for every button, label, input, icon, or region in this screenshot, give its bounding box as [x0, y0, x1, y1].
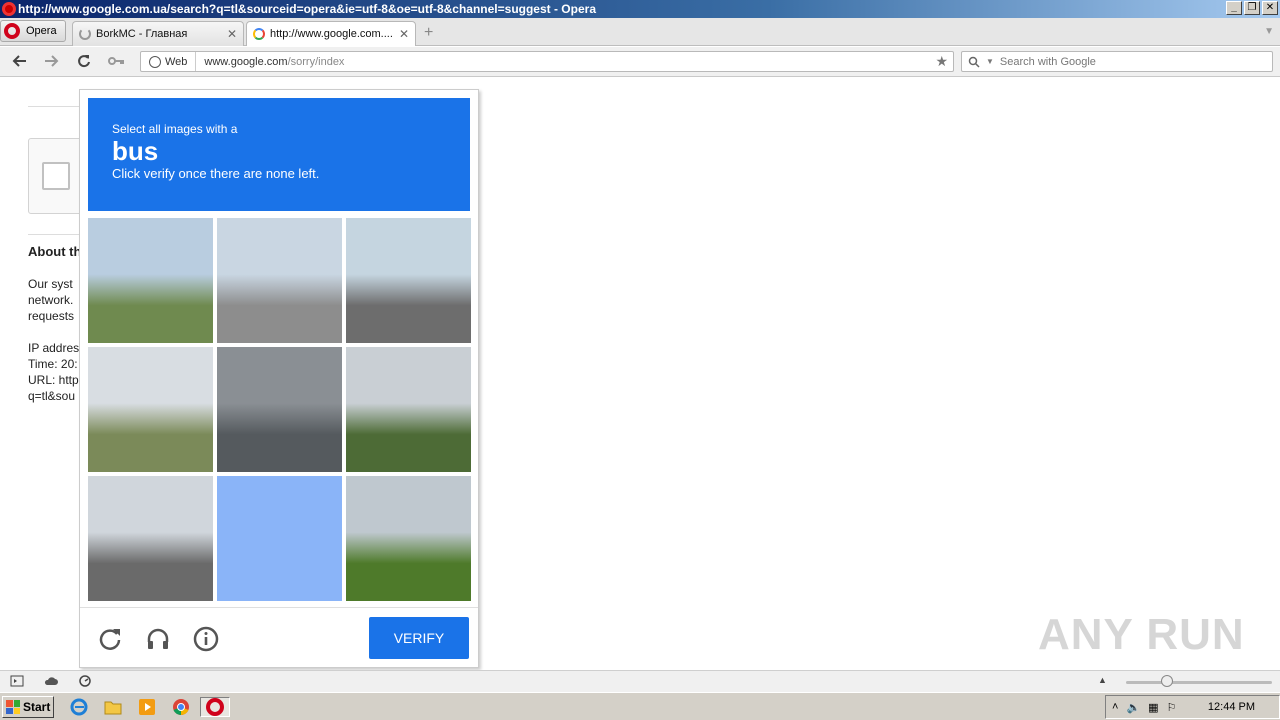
reload-button[interactable] — [75, 53, 93, 71]
tab-close-icon[interactable]: ✕ — [399, 27, 409, 41]
tray-expand-icon[interactable]: ˄ — [1112, 701, 1118, 713]
navigation-bar: Web www.google.com/sorry/index ★ ▼ Searc… — [0, 47, 1280, 77]
ie-icon[interactable] — [68, 697, 90, 717]
verify-button[interactable]: VERIFY — [369, 617, 469, 659]
body-line: requests — [28, 309, 75, 323]
challenge-header: Select all images with a bus Click verif… — [88, 98, 470, 211]
body-line: network. — [28, 293, 74, 307]
search-icon — [968, 56, 980, 68]
info-button[interactable] — [192, 625, 220, 653]
tab-google[interactable]: http://www.google.com.... ✕ — [246, 21, 416, 46]
address-bar[interactable]: Web www.google.com/sorry/index ★ — [140, 51, 954, 72]
search-input[interactable]: ▼ Search with Google — [961, 51, 1273, 72]
image-tile[interactable] — [88, 218, 213, 343]
recaptcha-checkbox[interactable] — [42, 162, 70, 190]
challenge-keyword: bus — [112, 136, 159, 166]
reload-icon — [78, 55, 90, 68]
google-icon — [253, 28, 265, 40]
web-badge[interactable]: Web — [141, 52, 197, 71]
minimize-button[interactable]: _ — [1226, 1, 1242, 15]
flag-icon[interactable]: ⚐ — [1167, 701, 1177, 714]
tab-close-icon[interactable]: ✕ — [227, 27, 237, 41]
image-tile[interactable] — [217, 347, 342, 472]
body-line: URL: http — [28, 373, 79, 387]
close-button[interactable]: ✕ — [1262, 1, 1278, 15]
chrome-icon[interactable] — [170, 697, 192, 717]
divider — [80, 607, 478, 608]
speed-dial-icon[interactable] — [78, 675, 92, 687]
cloud-icon[interactable] — [44, 675, 58, 687]
forward-button[interactable] — [42, 53, 60, 71]
explorer-folder-icon[interactable] — [102, 697, 124, 717]
opera-menu-label: Opera — [26, 25, 57, 37]
windows-taskbar: Start ˄ 🔈 ▦ ⚐ 12:44 PM — [0, 692, 1280, 720]
tab-bar: Opera BorkMC - Главная ✕ http://www.goog… — [0, 18, 1280, 46]
globe-icon — [149, 55, 161, 68]
new-tab-button[interactable]: + — [424, 24, 433, 42]
image-tile[interactable] — [217, 218, 342, 343]
key-button[interactable] — [107, 53, 125, 71]
info-icon — [193, 626, 219, 652]
challenge-instruction: Select all images with a — [112, 122, 238, 136]
about-heading: About th — [28, 244, 80, 259]
restore-button[interactable]: ❐ — [1244, 1, 1260, 15]
tab-list-chevron-icon[interactable]: ▼ — [1264, 26, 1274, 37]
browser-status-bar: ▲ — [0, 670, 1280, 692]
zoom-slider[interactable] — [1126, 681, 1272, 684]
tab-borkmc[interactable]: BorkMC - Главная ✕ — [72, 21, 244, 46]
clock: 12:44 PM — [1207, 701, 1255, 713]
back-button[interactable] — [11, 53, 29, 71]
audio-challenge-button[interactable] — [144, 625, 172, 653]
search-placeholder: Search with Google — [999, 55, 1096, 68]
tab-label: http://www.google.com.... — [270, 28, 393, 40]
loading-spinner-icon — [79, 28, 91, 40]
key-icon — [108, 57, 124, 65]
image-tile[interactable] — [346, 218, 471, 343]
body-line: Time: 20: — [28, 357, 78, 371]
media-player-icon[interactable] — [136, 697, 158, 717]
image-tile[interactable] — [217, 476, 342, 601]
start-label: Start — [23, 700, 51, 714]
search-engine-chevron-icon[interactable]: ▼ — [986, 57, 994, 66]
opera-logo-icon — [4, 23, 20, 39]
window-titlebar: http://www.google.com.ua/search?q=tl&sou… — [0, 0, 1280, 18]
bookmark-star-icon[interactable]: ★ — [935, 53, 948, 70]
refresh-icon — [99, 629, 121, 650]
body-line: Our syst — [28, 277, 73, 291]
reload-challenge-button[interactable] — [96, 625, 124, 653]
url-text[interactable]: www.google.com/sorry/index — [196, 56, 935, 68]
arrow-left-icon — [12, 55, 26, 67]
image-tile[interactable] — [88, 347, 213, 472]
tab-label: BorkMC - Главная — [96, 28, 188, 40]
windows-logo-icon — [6, 700, 20, 714]
window-title: http://www.google.com.ua/search?q=tl&sou… — [18, 2, 596, 16]
zoom-slider-handle[interactable] — [1161, 675, 1173, 687]
triangle-up-icon[interactable]: ▲ — [1098, 675, 1112, 687]
image-tile[interactable] — [346, 476, 471, 601]
network-icon[interactable]: ▦ — [1148, 701, 1158, 714]
panel-icon[interactable] — [10, 675, 24, 687]
volume-icon[interactable]: 🔈 — [1126, 701, 1140, 714]
web-badge-label: Web — [165, 55, 188, 68]
image-tile[interactable] — [346, 347, 471, 472]
start-button[interactable]: Start — [2, 696, 54, 718]
opera-logo-icon — [2, 2, 16, 16]
opera-taskbar-button[interactable] — [200, 697, 230, 717]
arrow-right-icon — [45, 55, 59, 67]
headphones-icon — [147, 628, 169, 649]
body-line: q=tl&sou — [28, 389, 76, 403]
anyrun-watermark: ANY RUN — [1038, 610, 1245, 659]
url-host: www.google.com — [204, 55, 288, 68]
challenge-hint: Click verify once there are none left. — [112, 166, 320, 181]
image-tile[interactable] — [88, 476, 213, 601]
body-line: IP addres — [28, 341, 80, 355]
opera-menu-button[interactable]: Opera — [0, 20, 66, 42]
system-tray: ˄ 🔈 ▦ ⚐ 12:44 PM — [1105, 695, 1280, 719]
url-path: /sorry/index — [287, 55, 345, 68]
recaptcha-challenge-dialog: Select all images with a bus Click verif… — [79, 89, 479, 668]
